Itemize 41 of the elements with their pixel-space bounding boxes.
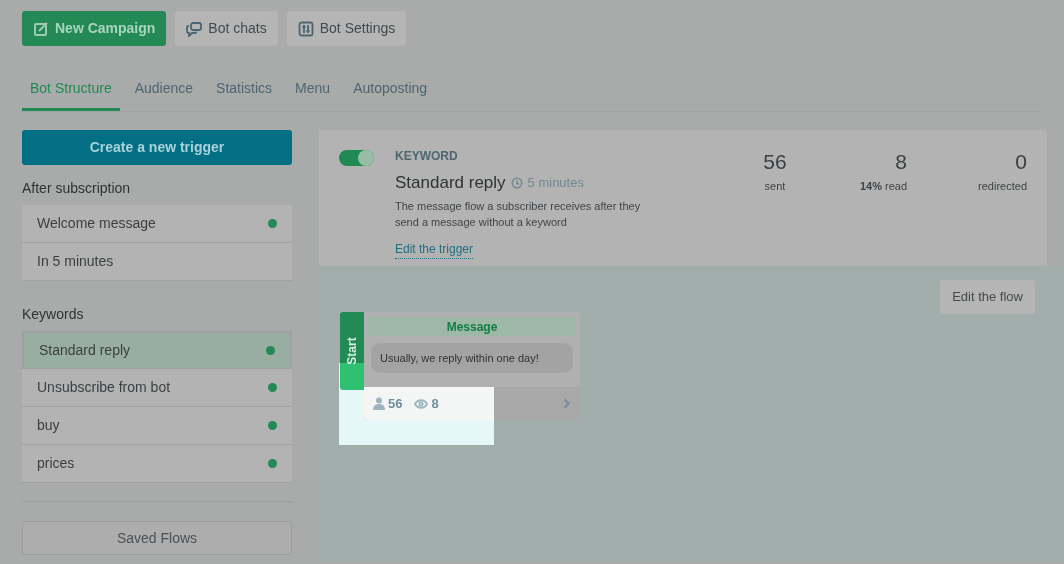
new-campaign-button[interactable]: New Campaign — [22, 11, 167, 46]
trigger-item[interactable]: prices — [22, 445, 292, 483]
chat-bubbles-icon — [186, 20, 203, 37]
create-trigger-button[interactable]: Create a new trigger — [22, 130, 292, 165]
trigger-item[interactable]: Standard reply — [22, 331, 292, 369]
edit-flow-button[interactable]: Edit the flow — [940, 280, 1035, 314]
trigger-item[interactable]: buy — [22, 407, 292, 445]
node-title: Message — [368, 317, 576, 336]
tab[interactable]: Menu — [287, 69, 339, 111]
tab[interactable]: Autoposting — [345, 69, 436, 111]
stat-value: 56 — [763, 149, 787, 175]
section-title: After subscription — [22, 179, 132, 198]
trigger-description: The message flow a subscriber receives after they send a message without a keyword — [395, 198, 642, 230]
trigger-item[interactable]: In 5 minutes — [22, 243, 292, 281]
person-icon — [373, 397, 385, 410]
chevron-right-icon — [563, 398, 571, 409]
stat-label: 14% read — [859, 178, 907, 194]
sliders-icon — [297, 20, 314, 37]
trigger-title: Standard reply — [395, 172, 506, 194]
view-count: 8 — [431, 394, 439, 413]
toolbar-button[interactable]: Bot Settings — [286, 11, 407, 46]
section-title: Keywords — [22, 305, 85, 324]
edit-icon — [33, 20, 49, 37]
message-bubble: Usually, we reply within one day! — [371, 343, 573, 373]
stat-value: 8 — [895, 149, 907, 175]
subscriber-count: 56 — [388, 394, 403, 413]
tab[interactable]: Audience — [126, 69, 202, 111]
trigger-item[interactable]: Welcome message — [22, 205, 292, 243]
delay-text: 5 minutes — [527, 174, 584, 192]
eye-icon — [414, 398, 429, 409]
stat-label: redirected — [978, 178, 1027, 194]
edit-trigger-link[interactable]: Edit the trigger — [395, 239, 474, 259]
toggle-switch[interactable] — [339, 150, 374, 166]
toolbar-button[interactable]: Bot chats — [175, 11, 278, 46]
stat-value: 0 — [1015, 149, 1027, 175]
tab[interactable]: Statistics — [208, 69, 281, 111]
trigger-item[interactable]: Unsubscribe from bot — [22, 369, 292, 407]
saved-flows-button[interactable]: Saved Flows — [22, 521, 292, 555]
trigger-type: KEYWORD — [395, 148, 459, 165]
stat-label: sent — [764, 178, 786, 194]
clock-icon — [510, 176, 523, 189]
